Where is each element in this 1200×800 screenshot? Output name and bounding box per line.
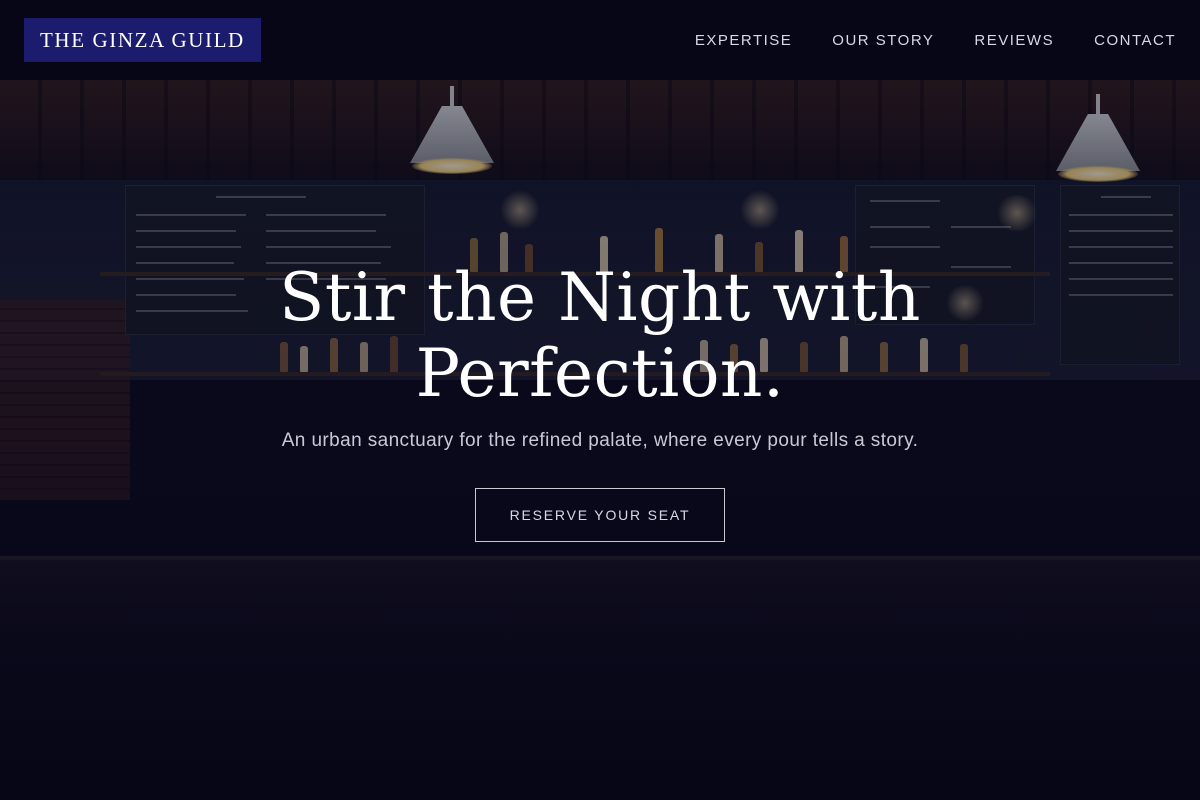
reserve-seat-button[interactable]: RESERVE YOUR SEAT [475, 488, 725, 542]
nav-link-our-story[interactable]: OUR STORY [832, 32, 934, 49]
nav-link-expertise[interactable]: EXPERTISE [695, 32, 792, 49]
main-nav: EXPERTISE OUR STORY REVIEWS CONTACT [695, 32, 1176, 49]
nav-link-contact[interactable]: CONTACT [1094, 32, 1176, 49]
hero-title: Stir the Night with Perfection. [0, 260, 1200, 412]
hero-section: Stir the Night with Perfection. An urban… [0, 260, 1200, 542]
nav-link-reviews[interactable]: REVIEWS [974, 32, 1054, 49]
site-header: THE GINZA GUILD EXPERTISE OUR STORY REVI… [0, 0, 1200, 80]
hero-subtitle: An urban sanctuary for the refined palat… [281, 430, 919, 451]
logo[interactable]: THE GINZA GUILD [24, 18, 261, 62]
hero-title-line-2: Perfection. [415, 335, 785, 412]
hero-title-line-1: Stir the Night with [279, 259, 921, 336]
